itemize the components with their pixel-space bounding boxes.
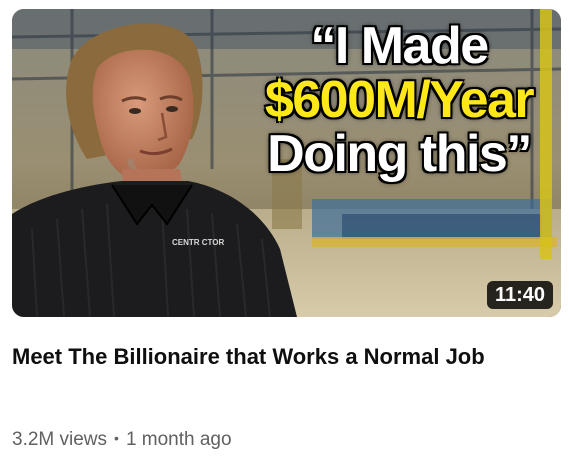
video-title[interactable]: Meet The Billionaire that Works a Normal… [12,340,512,373]
thumbnail-headline: “I Made $600M/Year Doing this” [249,19,549,181]
headline-line-1: “I Made [310,17,489,75]
upload-age: 1 month ago [125,429,232,450]
shirt-logo: CENTR CTOR [172,238,225,247]
video-thumbnail[interactable]: CENTR CTOR “I Made $600M/Year Doing this… [12,9,561,317]
video-card[interactable]: CENTR CTOR “I Made $600M/Year Doing this… [0,0,570,466]
headline-line-2: $600M/Year [264,71,535,129]
duration-badge: 11:40 [486,281,553,309]
video-metadata: 3.2M views • 1 month ago [12,424,232,454]
view-count: 3.2M views [12,429,108,450]
headline-line-3: Doing this” [267,125,532,183]
meta-separator: • [114,430,119,446]
